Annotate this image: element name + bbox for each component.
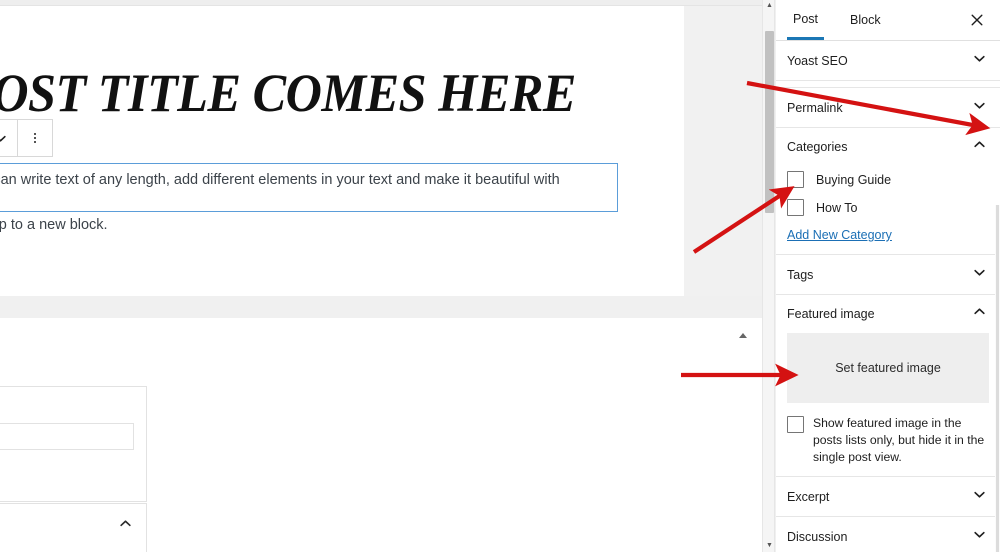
option-label: Show featured image in the posts lists o… [813,416,985,464]
paragraph-block-selected[interactable]: e. You can write text of any length, add… [0,163,618,212]
sidebar-panel-discussion[interactable]: Discussion [776,517,1000,552]
chevron-down-icon[interactable] [973,266,986,284]
checkbox[interactable] [787,416,804,433]
chevron-down-icon[interactable] [0,120,17,156]
scrollbar-thumb[interactable] [765,31,774,213]
sidebar-tabs: Post Block [776,0,1000,41]
checkbox[interactable] [787,171,804,188]
panel-label: Excerpt [787,489,830,504]
panel-label: Yoast SEO [787,53,848,68]
category-item-how-to[interactable]: How To [787,194,989,221]
chevron-up-icon[interactable] [973,138,986,156]
category-item-buying-guide[interactable]: Buying Guide [787,166,989,193]
paragraph-text: k to jump to a new block. [0,217,108,233]
editor-canvas-gutter [684,6,762,296]
tab-post[interactable]: Post [787,0,825,40]
editor-vertical-scrollbar[interactable]: ▲ ▼ [762,0,775,552]
partial-card-input[interactable] [0,423,134,450]
chevron-down-icon[interactable] [973,528,986,546]
scrollbar-arrow-up-icon[interactable]: ▲ [763,2,776,10]
sidebar-panel-tags[interactable]: Tags [776,255,1000,295]
show-featured-image-option[interactable]: Show featured image in the posts lists o… [787,415,989,466]
chevron-up-icon[interactable] [973,305,986,323]
chevron-up-icon[interactable] [119,517,132,535]
set-featured-image-label: Set featured image [835,361,941,375]
featured-image-body: Set featured image Show featured image i… [776,333,1000,476]
chevron-down-icon[interactable] [973,99,986,117]
panel-label: Permalink [787,100,843,115]
sidebar-panel-permalink[interactable]: Permalink [776,88,1000,128]
editor-canvas: POST TITLE COMES HERE I e. You ca [0,6,684,296]
close-icon[interactable] [968,11,986,29]
sidebar-inner-scrollbar[interactable] [995,205,1000,552]
paragraph-text: e. You can write text of any length, add… [0,172,560,188]
add-new-category-link[interactable]: Add New Category [787,228,892,242]
post-settings-sidebar: Post Block Yoast SEO Permalink Categorie… [776,0,1000,552]
panel-label: Discussion [787,529,848,544]
chevron-down-icon[interactable] [973,52,986,70]
categories-body: Buying Guide How To Add New Category [776,166,1000,254]
scrollbar-arrow-down-icon[interactable]: ▼ [763,542,776,550]
sidebar-panel-excerpt[interactable]: Excerpt [776,477,1000,517]
sidebar-spacer [776,81,1000,88]
sidebar-scrollbar-thumb[interactable] [996,205,999,552]
tab-block[interactable]: Block [844,0,887,40]
more-options-icon[interactable] [18,120,52,156]
partial-card-collapsible[interactable] [0,503,147,552]
block-toolbar: I [0,119,53,157]
sidebar-panel-yoast-seo[interactable]: Yoast SEO [776,41,1000,81]
sidebar-panel-featured-image[interactable]: Featured image [776,295,1000,333]
checkbox[interactable] [787,199,804,216]
category-label: How To [816,200,858,215]
post-title[interactable]: POST TITLE COMES HERE [0,62,650,124]
paragraph-block[interactable]: k to jump to a new block. [0,213,618,239]
panel-label: Featured image [787,307,875,321]
set-featured-image-button[interactable]: Set featured image [787,333,989,403]
panel-label: Tags [787,267,814,282]
chevron-down-icon[interactable] [973,488,986,506]
wordpress-block-editor-screen: POST TITLE COMES HERE I e. You ca [0,0,1000,552]
sidebar-panel-categories[interactable]: Categories [776,128,1000,166]
category-label: Buying Guide [816,172,892,187]
scroll-up-icon[interactable] [738,328,748,338]
panel-label: Categories [787,140,848,154]
